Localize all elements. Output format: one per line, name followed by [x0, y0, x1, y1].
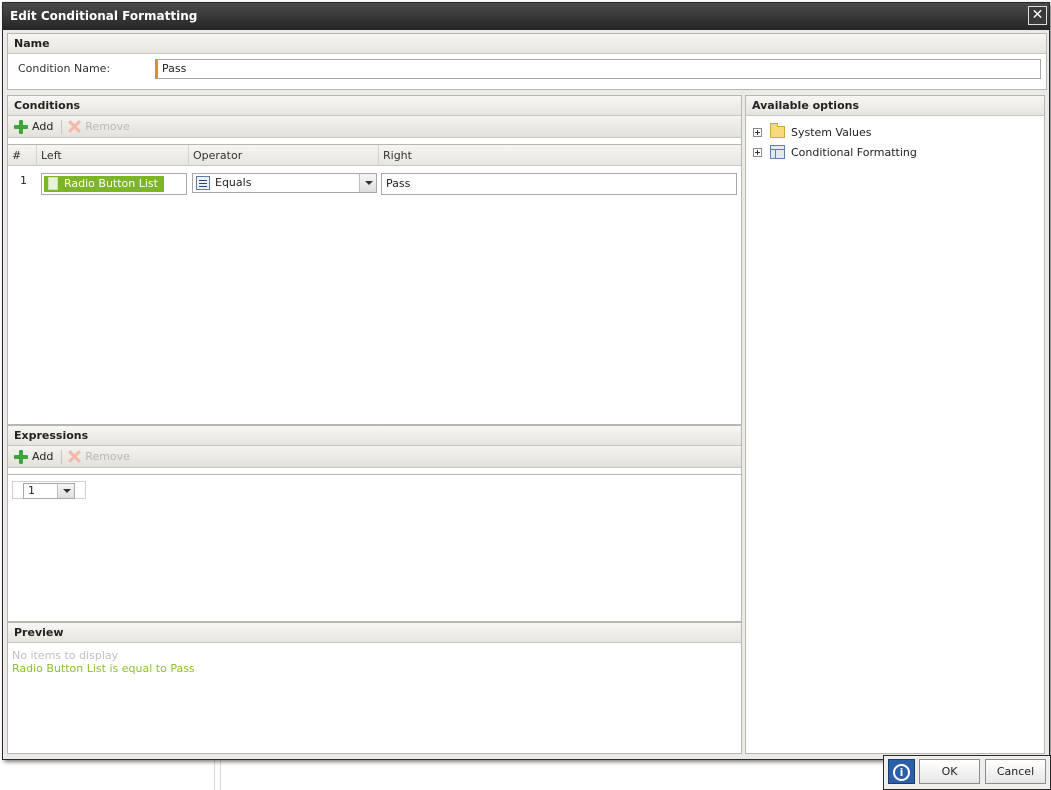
conditions-panel: Conditions Add Remove # Left Operator Ri… [7, 95, 742, 425]
expression-select-value: 1 [28, 484, 35, 497]
condition-name-label: Condition Name: [18, 62, 111, 75]
preview-empty-text: No items to display [12, 649, 119, 662]
column-header-left[interactable]: Left [36, 145, 188, 166]
info-button[interactable]: i [888, 759, 915, 784]
available-options-panel: Available options System Values Conditio… [745, 95, 1045, 754]
dialog-footer: i OK Cancel [883, 755, 1051, 790]
expressions-toolbar: Add Remove [8, 446, 741, 468]
tree-item-conditional-formatting[interactable]: Conditional Formatting [753, 143, 917, 161]
conditions-add-button[interactable]: Add [14, 119, 54, 134]
dialog-title: Edit Conditional Formatting [10, 9, 198, 23]
preview-text: Radio Button List is equal to Pass [12, 662, 195, 675]
tree-item-system-values[interactable]: System Values [753, 123, 871, 141]
left-operand-label: Radio Button List [64, 177, 158, 190]
column-header-number: # [12, 149, 22, 162]
expressions-body: 1 [8, 474, 741, 621]
operator-select[interactable]: Equals [192, 173, 377, 193]
conditions-panel-header: Conditions [8, 96, 741, 116]
edit-conditional-formatting-dialog: Edit Conditional Formatting ✕ Name Condi… [2, 2, 1050, 760]
expressions-panel-header: Expressions [8, 426, 741, 446]
column-header-operator[interactable]: Operator [188, 145, 378, 166]
folder-icon [770, 123, 785, 138]
left-operand-field[interactable]: Radio Button List [41, 173, 187, 195]
condition-name-input[interactable]: Pass [155, 59, 1041, 79]
expression-select[interactable]: 1 [23, 483, 75, 499]
preview-panel-header: Preview [8, 623, 741, 643]
table-icon [770, 145, 785, 159]
expressions-panel: Expressions Add Remove 1 [7, 425, 742, 622]
available-options-header: Available options [746, 96, 1044, 116]
conditions-remove-label: Remove [85, 120, 130, 133]
equals-icon [196, 176, 210, 190]
remove-icon [68, 450, 81, 463]
tree-item-label: System Values [791, 125, 872, 139]
dialog-titlebar: Edit Conditional Formatting ✕ [3, 3, 1049, 30]
remove-icon [68, 120, 81, 133]
table-row: 1 Radio Button List Equals Pass [8, 166, 741, 206]
expression-selector-box: 1 [12, 481, 86, 499]
tree-item-label: Conditional Formatting [791, 145, 917, 159]
conditions-toolbar: Add Remove [8, 116, 741, 138]
chevron-down-icon[interactable] [57, 484, 74, 498]
conditions-grid-header: # Left Operator Right [8, 145, 741, 166]
operator-value: Equals [215, 176, 252, 189]
toolbar-separator [61, 119, 63, 134]
add-icon [14, 449, 28, 464]
name-panel-header: Name [8, 34, 1046, 54]
expand-icon[interactable] [753, 147, 762, 157]
toolbar-separator [61, 449, 63, 464]
conditions-remove-button[interactable]: Remove [68, 120, 130, 133]
info-icon: i [893, 764, 910, 781]
expand-icon[interactable] [753, 127, 762, 137]
chevron-down-icon[interactable] [359, 174, 376, 192]
close-button[interactable]: ✕ [1028, 6, 1047, 25]
add-icon [14, 119, 28, 134]
expressions-remove-button[interactable]: Remove [68, 450, 130, 463]
close-icon: ✕ [1031, 7, 1044, 23]
column-header-right[interactable]: Right [378, 145, 741, 166]
background-divider [220, 760, 221, 790]
right-operand-input[interactable]: Pass [381, 173, 737, 195]
ok-button[interactable]: OK [919, 759, 980, 784]
preview-panel: Preview No items to display Radio Button… [7, 622, 742, 754]
row-number: 1 [20, 174, 27, 187]
background-divider [214, 760, 215, 790]
preview-body: No items to display Radio Button List is… [8, 645, 741, 753]
expressions-remove-label: Remove [85, 450, 130, 463]
document-icon [48, 177, 58, 190]
left-operand-token[interactable]: Radio Button List [44, 176, 164, 192]
expressions-add-label: Add [32, 450, 54, 463]
cancel-button[interactable]: Cancel [985, 759, 1046, 784]
expressions-add-button[interactable]: Add [14, 449, 54, 464]
conditions-grid: # Left Operator Right 1 Radio Button Lis… [8, 144, 741, 424]
conditions-add-label: Add [32, 120, 54, 133]
